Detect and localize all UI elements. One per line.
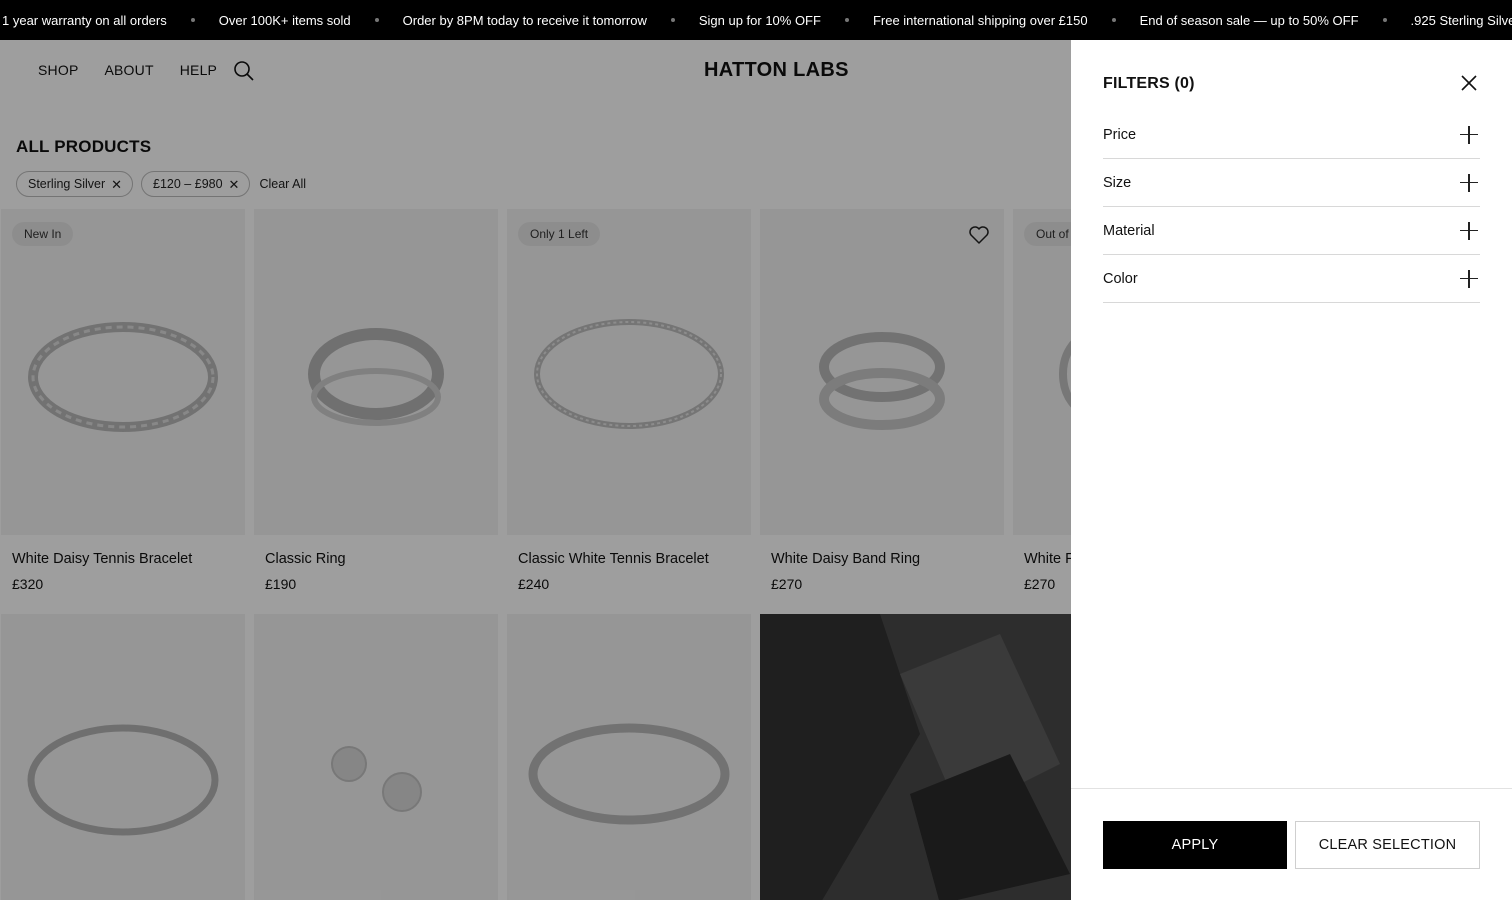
announcement-item: Over 100K+ items sold <box>218 12 351 28</box>
plus-icon[interactable] <box>1460 221 1478 240</box>
separator-dot <box>190 18 195 22</box>
clear-selection-button[interactable]: CLEAR SELECTION <box>1295 821 1480 869</box>
close-icon[interactable] <box>1459 73 1479 93</box>
filter-section-label: Price <box>1103 126 1137 143</box>
announcement-item: Sign up for 10% OFF <box>698 12 821 28</box>
filter-section-size[interactable]: Size <box>1103 159 1480 207</box>
drawer-footer: APPLY CLEAR SELECTION <box>1071 788 1512 900</box>
announcement-item: 1 year warranty on all orders <box>2 12 167 28</box>
filter-section-label: Material <box>1103 222 1155 239</box>
filter-section-color[interactable]: Color <box>1103 255 1480 303</box>
filter-drawer: FILTERS (0) Price Size Material Color AP… <box>1071 40 1512 900</box>
dim-overlay[interactable] <box>0 40 1071 900</box>
separator-dot <box>1382 18 1387 22</box>
separator-dot <box>1111 18 1116 22</box>
announcement-item: Order by 8PM today to receive it tomorro… <box>402 12 647 28</box>
plus-icon[interactable] <box>1460 125 1478 144</box>
filter-section-label: Size <box>1103 174 1132 191</box>
plus-icon[interactable] <box>1460 173 1478 192</box>
announcement-item: .925 Sterling Silver <box>1410 12 1512 28</box>
drawer-title: FILTERS (0) <box>1103 75 1195 92</box>
announcement-bar: 1 year warranty on all orders Over 100K+… <box>0 0 1512 40</box>
filter-section-material[interactable]: Material <box>1103 207 1480 255</box>
announcement-item: Free international shipping over £150 <box>872 12 1088 28</box>
plus-icon[interactable] <box>1460 269 1478 288</box>
filter-section-price[interactable]: Price <box>1103 111 1480 159</box>
apply-button[interactable]: APPLY <box>1103 821 1287 869</box>
announcement-item: End of season sale — up to 50% OFF <box>1139 12 1359 28</box>
filter-section-label: Color <box>1103 270 1138 287</box>
separator-dot <box>670 18 675 22</box>
filter-sections: Price Size Material Color <box>1103 111 1480 303</box>
separator-dot <box>374 18 379 22</box>
separator-dot <box>844 18 849 22</box>
